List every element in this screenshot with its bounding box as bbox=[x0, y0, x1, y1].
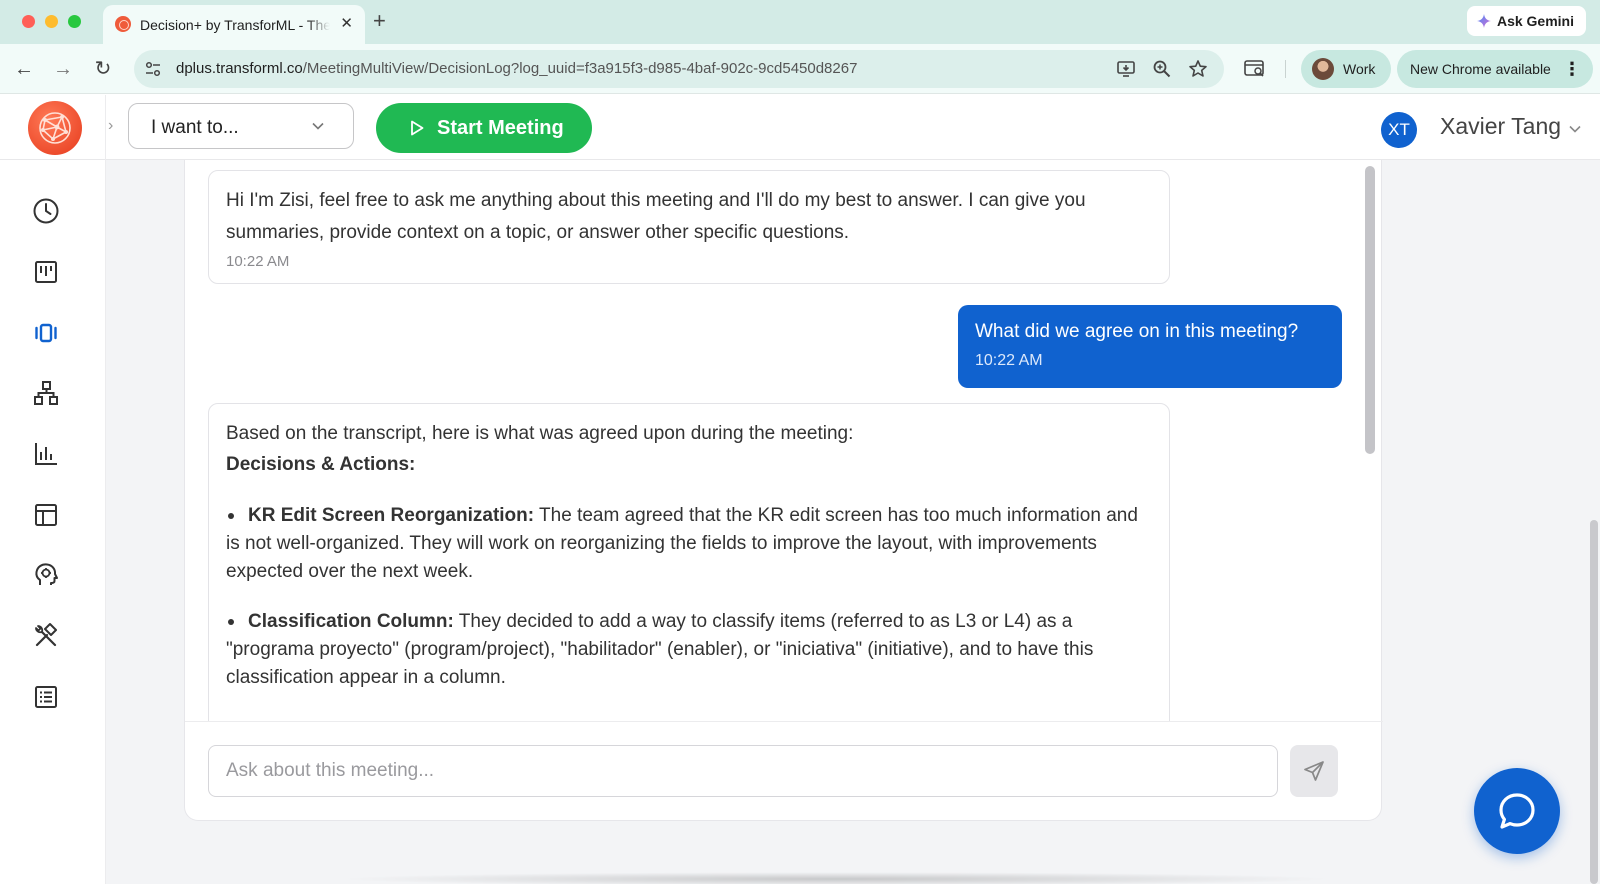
page-scrollbar-thumb[interactable] bbox=[1590, 520, 1598, 884]
user-message: What did we agree on in this meeting? 10… bbox=[958, 305, 1342, 388]
answer-heading: Decisions & Actions: bbox=[226, 454, 416, 475]
decision-item: Classification Column: They decided to a… bbox=[226, 608, 1152, 692]
ask-gemini-label: Ask Gemini bbox=[1496, 13, 1574, 29]
main-content: Hi I'm Zisi, feel free to ask me anythin… bbox=[106, 160, 1600, 884]
reload-button[interactable]: ↻ bbox=[91, 57, 115, 81]
chat-bubble-button[interactable] bbox=[1474, 768, 1560, 854]
timeline-icon bbox=[35, 323, 57, 343]
answer-intro: Based on the transcript, here is what wa… bbox=[226, 423, 854, 444]
table-icon bbox=[35, 504, 57, 526]
tab-search-icon[interactable] bbox=[1244, 59, 1266, 79]
sidebar-expand-chevron-icon[interactable]: › bbox=[108, 117, 113, 135]
network-logo-icon bbox=[39, 112, 71, 144]
bar-chart-icon bbox=[35, 443, 57, 465]
assistant-message: Based on the transcript, here is what wa… bbox=[208, 403, 1170, 721]
app-logo[interactable] bbox=[28, 101, 82, 155]
gemini-star-icon bbox=[1476, 14, 1491, 28]
chrome-menu-icon[interactable]: ⋮ bbox=[1563, 50, 1581, 88]
user-menu-chevron-icon[interactable] bbox=[1568, 123, 1582, 135]
bullet-icon bbox=[228, 512, 234, 519]
chat-bubble-icon bbox=[1499, 793, 1535, 829]
user-name[interactable]: Xavier Tang bbox=[1440, 113, 1561, 140]
message-time: 10:22 AM bbox=[226, 253, 290, 270]
profile-chip[interactable]: Work bbox=[1301, 50, 1391, 88]
profile-label: Work bbox=[1343, 61, 1376, 77]
play-icon bbox=[411, 120, 424, 136]
tab-close-button[interactable]: ✕ bbox=[340, 15, 353, 33]
assistant-message: Hi I'm Zisi, feel free to ask me anythin… bbox=[208, 170, 1170, 284]
message-time: 10:22 AM bbox=[975, 352, 1043, 369]
browser-toolbar: ← → ↻ dplus.transforml.co/MeetingMultiVi… bbox=[0, 44, 1600, 94]
chat-messages[interactable]: Hi I'm Zisi, feel free to ask me anythin… bbox=[185, 160, 1383, 721]
send-button[interactable] bbox=[1290, 745, 1338, 797]
ai-head-icon bbox=[35, 563, 58, 585]
kanban-icon bbox=[35, 261, 57, 283]
logo-area bbox=[0, 95, 106, 160]
chat-input[interactable] bbox=[208, 745, 1278, 797]
start-meeting-button[interactable]: Start Meeting bbox=[376, 103, 592, 153]
clock-icon bbox=[33, 198, 59, 224]
chrome-update-label: New Chrome available bbox=[1410, 61, 1551, 77]
sidebar-item-hierarchy[interactable] bbox=[30, 377, 62, 409]
ask-gemini-button[interactable]: Ask Gemini bbox=[1466, 6, 1586, 36]
url-path: /MeetingMultiView/DecisionLog?log_uuid=f… bbox=[302, 60, 858, 77]
address-bar[interactable]: dplus.transforml.co/MeetingMultiView/Dec… bbox=[134, 50, 1224, 88]
sidebar-nav bbox=[0, 160, 106, 884]
start-meeting-label: Start Meeting bbox=[437, 117, 564, 139]
back-button[interactable]: ← bbox=[12, 57, 36, 81]
decision-title: KR Edit Screen Reorganization: bbox=[248, 505, 535, 526]
chrome-update-button[interactable]: New Chrome available ⋮ bbox=[1397, 50, 1593, 88]
decision-title: Classification Column: bbox=[248, 611, 454, 632]
sidebar-item-history[interactable] bbox=[30, 195, 62, 227]
send-icon bbox=[1304, 761, 1324, 781]
sidebar-item-meetings[interactable] bbox=[30, 317, 62, 349]
maximize-window-button[interactable] bbox=[68, 15, 81, 28]
forward-button[interactable]: → bbox=[51, 57, 75, 81]
chevron-down-icon bbox=[312, 122, 324, 130]
tools-icon bbox=[35, 623, 57, 647]
decision-list: KR Edit Screen Reorganization: The team … bbox=[226, 502, 1152, 692]
site-settings-icon[interactable] bbox=[144, 60, 162, 78]
sidebar-item-analytics[interactable] bbox=[30, 438, 62, 470]
close-window-button[interactable] bbox=[22, 15, 35, 28]
decision-item: KR Edit Screen Reorganization: The team … bbox=[226, 502, 1152, 586]
toolbar-divider bbox=[1285, 60, 1286, 78]
message-text: Hi I'm Zisi, feel free to ask me anythin… bbox=[226, 190, 1086, 243]
intent-dropdown-value: I want to... bbox=[151, 117, 239, 138]
sidebar-item-board[interactable] bbox=[30, 256, 62, 288]
bullet-icon bbox=[228, 618, 234, 625]
browser-tab[interactable]: Decision+ by TransforML - The ✕ bbox=[103, 5, 365, 44]
sidebar-item-log[interactable] bbox=[30, 681, 62, 713]
chat-scrollbar-thumb[interactable] bbox=[1365, 166, 1375, 454]
user-avatar[interactable]: XT bbox=[1381, 112, 1417, 148]
sidebar-item-tools[interactable] bbox=[30, 620, 62, 652]
list-icon bbox=[35, 686, 57, 708]
url-host: dplus.transforml.co bbox=[176, 60, 303, 77]
meeting-chat-panel: Hi I'm Zisi, feel free to ask me anythin… bbox=[184, 160, 1383, 821]
tab-title: Decision+ by TransforML - The bbox=[140, 17, 330, 33]
new-tab-button[interactable]: + bbox=[373, 9, 386, 33]
browser-tab-bar: Decision+ by TransforML - The ✕ + Ask Ge… bbox=[0, 0, 1600, 44]
install-app-icon[interactable] bbox=[1116, 59, 1136, 79]
composer-divider bbox=[185, 721, 1383, 722]
zoom-icon[interactable] bbox=[1152, 59, 1172, 79]
url-text: dplus.transforml.co/MeetingMultiView/Dec… bbox=[176, 60, 857, 77]
minimize-window-button[interactable] bbox=[45, 15, 58, 28]
intent-dropdown[interactable]: I want to... bbox=[128, 103, 354, 149]
sidebar-item-ai-assistant[interactable] bbox=[30, 559, 62, 591]
sidebar-item-table[interactable] bbox=[30, 499, 62, 531]
profile-avatar bbox=[1312, 58, 1334, 80]
bookmark-star-icon[interactable] bbox=[1188, 59, 1208, 79]
hierarchy-icon bbox=[34, 381, 58, 405]
tab-favicon-icon bbox=[115, 16, 131, 32]
app-header: › I want to... Start Meeting XT Xavier T… bbox=[0, 95, 1600, 160]
message-text: What did we agree on in this meeting? bbox=[975, 321, 1299, 342]
bottom-shadow bbox=[336, 872, 1336, 884]
